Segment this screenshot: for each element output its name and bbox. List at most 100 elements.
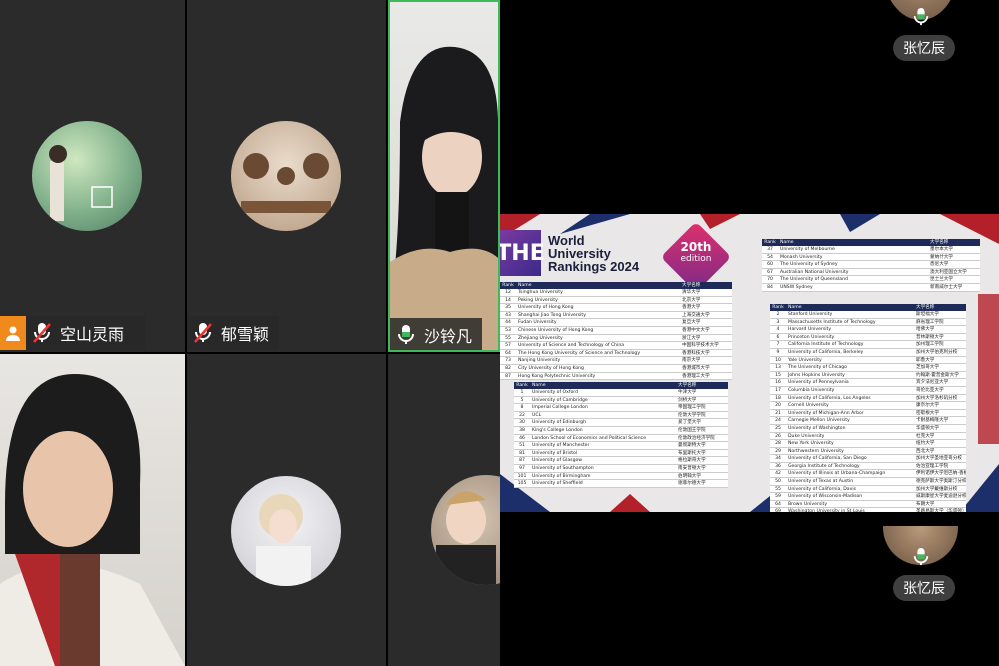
table-row: 10 Yale University 耶鲁大学 [770, 356, 966, 365]
table-cell: Columbia University [788, 387, 835, 393]
table-cell: University of California, Davis [788, 486, 856, 492]
table-cell: University of California, Berkeley [788, 349, 864, 355]
table-cell: 清华大学 [682, 290, 701, 295]
the-logo: THE [500, 230, 545, 276]
participant-tile[interactable]: 郁雪颖 [187, 0, 386, 352]
column-header: Rank [764, 240, 776, 245]
participant-avatar [431, 475, 500, 585]
table-cell: 30 [519, 420, 525, 426]
table-cell: 26 [775, 433, 781, 439]
table-cell: University of Illinois at Urbana-Champai… [788, 471, 886, 477]
table-header: Rank Name 大学名称 [762, 239, 980, 246]
participant-tile[interactable] [187, 354, 386, 666]
table-cell: 昆士兰大学 [930, 277, 953, 283]
table-cell: Peking University [518, 297, 558, 303]
column-header: 大学名称 [930, 240, 949, 245]
table-row: 16 University of Pennsylvania 宾夕法尼亚大学 [770, 379, 966, 387]
table-cell: 威斯康星大学麦迪逊分校 [916, 494, 966, 500]
table-cell: University of Oxford [532, 390, 579, 395]
table-cell: Shanghai Jiao Tong University [518, 312, 586, 318]
table-cell: 9 [776, 349, 780, 355]
table-row: 84 UNSW Sydney 新南威尔士大学 [762, 283, 980, 292]
table-cell: 剑桥大学 [678, 397, 697, 403]
side-participant-name: 张忆辰 [893, 35, 955, 61]
participant-video [390, 46, 498, 350]
table-row: 36 Georgia Institute of Technology 佐治亚理工学院 [770, 462, 966, 471]
table-row: 5 University of Cambridge 剑桥大学 [514, 396, 728, 405]
table-cell: 55 [505, 335, 511, 341]
participant-video-tile[interactable] [0, 354, 185, 666]
table-cell: 82 [505, 365, 511, 371]
table-cell: 布里斯托大学 [678, 450, 706, 456]
table-cell: 香港理工大学 [682, 373, 710, 379]
table-cell: 加州大学洛杉矶分校 [916, 395, 958, 401]
table-cell: Harvard University [788, 327, 832, 333]
table-cell: 加州大学伯克利分校 [916, 349, 958, 355]
table-cell: Hong Kong Polytechnic University [518, 373, 596, 379]
table-row: 2 Stanford University 斯坦福大学 [770, 311, 966, 319]
table-cell: University of Melbourne [780, 247, 835, 252]
table-cell: University of Wisconsin-Madison [788, 494, 863, 500]
table-cell: 加州大学圣地亚哥分校 [916, 456, 962, 462]
table-cell: University of Bristol [532, 450, 578, 456]
table-cell: 南京大学 [682, 358, 701, 364]
table-row: 73 Nanjing University 南京大学 [500, 357, 732, 365]
table-cell: 5 [520, 397, 524, 403]
table-cell: 21 [775, 410, 781, 416]
table-row: 54 Monash University 蒙纳什大学 [762, 253, 980, 262]
participant-tile[interactable]: 空山灵雨 [0, 0, 185, 352]
table-cell: 4 [776, 327, 780, 333]
table-cell: 12 [505, 290, 511, 295]
mic-muted-icon[interactable] [193, 322, 213, 344]
table-cell: 伦敦国王学院 [678, 427, 706, 433]
table-cell: Australian National University [780, 269, 849, 275]
table-cell: University of Edinburgh [532, 420, 586, 426]
table-row: 1 University of Oxford 牛津大学 [514, 389, 728, 397]
table-cell: 36 [775, 463, 781, 469]
table-cell: 纽约大学 [916, 441, 935, 447]
table-cell: 59 [775, 494, 781, 500]
table-cell: 香港城市大学 [682, 365, 710, 371]
table-cell: University of Glasgow [532, 458, 583, 464]
table-row: 37 University of Melbourne 墨尔本大学 [762, 246, 980, 254]
participant-tile[interactable] [388, 354, 500, 666]
table-cell: 18 [775, 395, 781, 401]
participant-video-tile[interactable]: 沙铃凡 [388, 0, 500, 352]
table-cell: City University of Hong Kong [518, 365, 584, 371]
table-cell: 牛津大学 [678, 390, 697, 395]
table-row: 25 University of Washington 华盛顿大学 [770, 424, 966, 433]
table-row: 46 London School of Economics and Politic… [514, 434, 728, 443]
table-cell: 46 [519, 435, 525, 441]
table-cell: Yale University [788, 357, 822, 363]
table-cell: 84 [767, 284, 773, 290]
table-cell: 43 [505, 312, 511, 318]
table-cell: Fudan University [518, 320, 557, 326]
table-row: 13 The University of Chicago 芝加哥大学 [770, 364, 966, 372]
table-cell: 约翰斯·霍普金斯大学 [916, 372, 959, 378]
table-cell: King's College London [532, 427, 583, 433]
table-cell: 34 [775, 456, 781, 462]
table-cell: 帝国理工学院 [678, 405, 706, 411]
participant-namebar: 沙铃凡 [390, 318, 482, 350]
screen-share[interactable]: THE World University Rankings 2024 20th … [500, 214, 999, 512]
table-cell: 杜克大学 [916, 433, 935, 439]
table-cell: 20 [775, 403, 781, 409]
table-cell: 28 [775, 441, 781, 447]
table-cell: 墨尔本大学 [930, 247, 953, 252]
table-cell: Northwestern University [788, 448, 844, 454]
avatar-photo [49, 145, 113, 221]
table-cell: Princeton University [788, 334, 835, 340]
participant-namebar: 空山灵雨 [0, 316, 145, 350]
table-cell: Stanford University [788, 312, 833, 317]
table-row: 4 Harvard University 哈佛大学 [770, 326, 966, 334]
mic-active-icon [912, 546, 930, 568]
table-row: 105 University of Sheffield 谢菲尔德大学 [514, 480, 728, 488]
mic-active-icon[interactable] [396, 324, 416, 346]
table-cell: 97 [519, 465, 525, 471]
table-row: 15 Johns Hopkins University 约翰斯·霍普金斯大学 [770, 371, 966, 380]
table-cell: 22 [519, 412, 525, 418]
mic-muted-icon[interactable] [32, 322, 52, 344]
table-cell: London School of Economics and Political… [532, 435, 647, 441]
table-row: 43 Shanghai Jiao Tong University 上海交通大学 [500, 311, 732, 320]
table-cell: University of California, Los Angeles [788, 395, 871, 401]
